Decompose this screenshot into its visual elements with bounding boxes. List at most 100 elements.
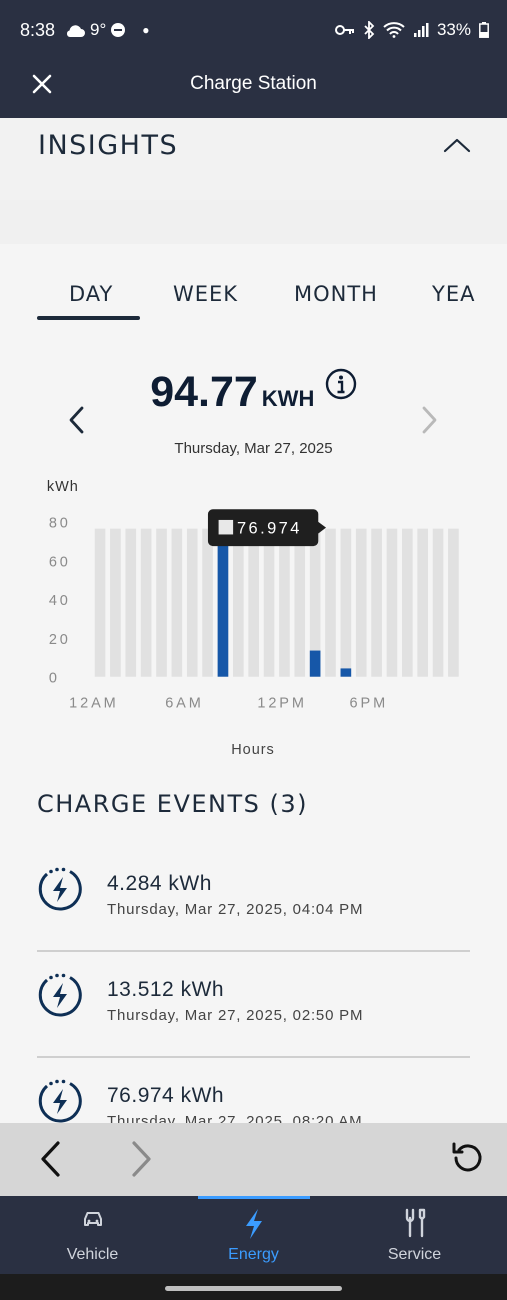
bluetooth-icon xyxy=(364,21,375,39)
gesture-bar xyxy=(0,1274,507,1300)
background-bars xyxy=(94,528,459,677)
y-tick-label: 60 xyxy=(49,554,71,570)
tab-month[interactable]: MONTH xyxy=(294,282,378,306)
nav-energy-label: Energy xyxy=(228,1246,279,1263)
x-tick-label: 12AM xyxy=(69,696,119,712)
y-tick-label: 80 xyxy=(49,516,71,532)
x-axis: 12AM 6AM 12PM 6PM xyxy=(69,696,389,712)
insights-header[interactable]: INSIGHTS xyxy=(0,118,507,200)
app-bar: Charge Station xyxy=(0,60,507,118)
period-tabs: DAY WEEK MONTH YEA xyxy=(0,258,507,318)
background-bar xyxy=(325,528,336,677)
background-bar xyxy=(110,528,121,677)
selected-date: Thursday, Mar 27, 2025 xyxy=(174,440,333,457)
status-bar: 8:38 9° ● 33% xyxy=(0,0,507,60)
x-tick-label: 6PM xyxy=(350,696,389,712)
tab-week[interactable]: WEEK xyxy=(173,282,238,306)
energy-chart: kWh 0 20 40 60 80 12AM 6AM 12PM 6PM 76.974 Hour… xyxy=(47,479,459,758)
status-right: 33% xyxy=(334,20,489,40)
nav-vehicle-label: Vehicle xyxy=(66,1246,119,1263)
chart-tooltip: 76.974 xyxy=(207,509,327,547)
background-bar xyxy=(156,528,167,677)
data-bar[interactable] xyxy=(340,668,352,677)
x-tick-label: 6AM xyxy=(165,696,204,712)
cloud-icon xyxy=(66,25,85,37)
event-timestamp: Thursday, Mar 27, 2025, 08:20 AM xyxy=(107,1113,363,1123)
background-bar xyxy=(125,528,137,677)
webview-nav-bar xyxy=(0,1123,507,1196)
y-tick-label: 20 xyxy=(49,632,71,648)
background-bar xyxy=(171,528,183,677)
nav-service-label: Service xyxy=(387,1246,442,1263)
background-bar xyxy=(355,528,367,677)
bottom-nav: Vehicle Energy Service xyxy=(0,1196,507,1274)
active-tab-indicator xyxy=(37,316,140,320)
car-icon xyxy=(83,1212,102,1226)
background-bar xyxy=(432,528,444,677)
y-tick-label: 40 xyxy=(49,593,71,609)
nav-vehicle[interactable]: Vehicle xyxy=(8,1196,177,1274)
chevron-up-icon[interactable] xyxy=(443,136,471,154)
home-indicator xyxy=(165,1286,342,1291)
notification-dot-icon: ● xyxy=(142,23,150,37)
background-bar xyxy=(279,528,290,677)
insights-title: INSIGHTS xyxy=(38,130,179,161)
weather-status: 9° ● xyxy=(64,20,150,40)
insights-card: DAY WEEK MONTH YEA 94.77 KWH Thursday, Ma… xyxy=(0,244,507,1123)
wrench-screwdriver-icon xyxy=(405,1208,425,1238)
x-tick-label: 12PM xyxy=(257,696,307,712)
total-unit: KWH xyxy=(261,386,315,411)
key-icon xyxy=(334,25,354,35)
background-bar xyxy=(186,528,198,677)
event-energy: 4.284 kWh xyxy=(107,872,212,895)
event-timestamp: Thursday, Mar 27, 2025, 04:04 PM xyxy=(107,901,364,918)
nav-service[interactable]: Service xyxy=(330,1196,499,1274)
background-bar xyxy=(401,528,413,677)
charge-bolt-icon xyxy=(38,1079,82,1123)
event-timestamp: Thursday, Mar 27, 2025, 02:50 PM xyxy=(107,1007,364,1024)
data-bar[interactable] xyxy=(309,650,321,677)
status-time: 8:38 xyxy=(20,20,56,40)
background-bar xyxy=(448,528,459,677)
y-tick-label: 0 xyxy=(49,671,60,687)
background-bar xyxy=(263,528,275,677)
content-scroll[interactable]: INSIGHTS DAY WEEK MONTH YEA 94.77 KWH Thu… xyxy=(0,118,507,1123)
status-temperature: 9° xyxy=(90,20,107,39)
data-bar[interactable] xyxy=(217,527,229,677)
nav-energy[interactable]: Energy xyxy=(169,1196,338,1274)
charge-event-item[interactable]: 76.974 kWh Thursday, Mar 27, 2025, 08:20… xyxy=(37,1058,470,1123)
background-bar xyxy=(371,528,382,677)
x-axis-label: Hours xyxy=(231,742,275,758)
forward-arrow-icon[interactable] xyxy=(130,1140,154,1178)
charge-event-item[interactable]: 4.284 kWh Thursday, Mar 27, 2025, 04:04 … xyxy=(37,846,470,952)
tab-year[interactable]: YEA xyxy=(432,282,475,306)
total-value: 94.77 xyxy=(150,368,258,416)
background-bar xyxy=(232,528,244,677)
background-bar xyxy=(386,528,398,677)
info-icon[interactable] xyxy=(325,368,357,400)
do-not-disturb-icon xyxy=(111,23,126,37)
background-bar xyxy=(202,528,213,677)
background-bar xyxy=(417,528,428,677)
battery-icon xyxy=(479,22,489,38)
daily-total: 94.77 KWH xyxy=(0,368,507,417)
charge-events-title: CHARGE EVENTS (3) xyxy=(37,790,309,818)
background-bar xyxy=(294,528,306,677)
signal-icon xyxy=(413,23,429,37)
event-energy: 76.974 kWh xyxy=(107,1084,225,1107)
wifi-icon xyxy=(383,22,405,38)
lightning-icon xyxy=(245,1209,262,1239)
reload-icon[interactable] xyxy=(451,1139,485,1173)
tab-day[interactable]: DAY xyxy=(69,282,113,306)
back-arrow-icon[interactable] xyxy=(38,1140,62,1178)
charge-event-item[interactable]: 13.512 kWh Thursday, Mar 27, 2025, 02:50… xyxy=(37,952,470,1058)
y-axis: 0 20 40 60 80 xyxy=(49,516,71,687)
battery-percent: 33% xyxy=(436,20,471,39)
background-bar xyxy=(94,528,106,677)
y-axis-label: kWh xyxy=(47,479,79,495)
tooltip-value: 76.974 xyxy=(237,519,302,537)
page-title: Charge Station xyxy=(190,73,317,94)
tooltip-swatch xyxy=(218,519,234,535)
background-bar xyxy=(140,528,152,677)
charge-bolt-icon xyxy=(38,867,82,911)
